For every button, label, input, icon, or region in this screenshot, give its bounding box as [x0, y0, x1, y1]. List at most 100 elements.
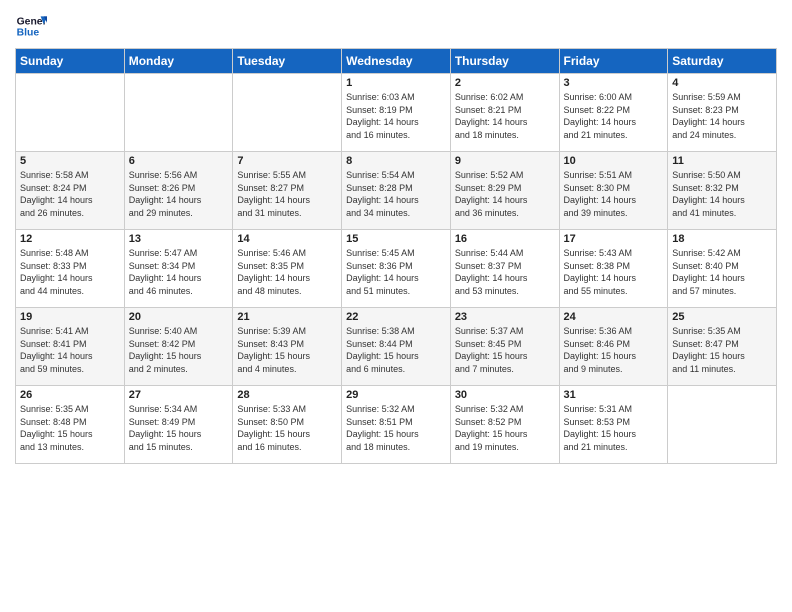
weekday-header-thursday: Thursday [450, 49, 559, 74]
day-info: Sunrise: 6:02 AM Sunset: 8:21 PM Dayligh… [455, 91, 555, 141]
day-number: 10 [564, 155, 664, 167]
day-info: Sunrise: 6:00 AM Sunset: 8:22 PM Dayligh… [564, 91, 664, 141]
day-info: Sunrise: 5:56 AM Sunset: 8:26 PM Dayligh… [129, 169, 229, 219]
weekday-header-friday: Friday [559, 49, 668, 74]
calendar-cell: 31Sunrise: 5:31 AM Sunset: 8:53 PM Dayli… [559, 386, 668, 464]
day-info: Sunrise: 5:42 AM Sunset: 8:40 PM Dayligh… [672, 247, 772, 297]
calendar-cell: 30 Sunrise: 5:32 AM Sunset: 8:52 PM Dayli… [450, 386, 559, 464]
day-number: 4 [672, 77, 772, 89]
day-number: 22 [346, 311, 446, 323]
day-info: Sunrise: 5:58 AM Sunset: 8:24 PM Dayligh… [20, 169, 120, 219]
day-number: 1 [346, 77, 446, 89]
calendar-cell: 8Sunrise: 5:54 AM Sunset: 8:28 PM Daylig… [342, 152, 451, 230]
calendar-cell: 24Sunrise: 5:36 AM Sunset: 8:46 PM Dayli… [559, 308, 668, 386]
weekday-header-wednesday: Wednesday [342, 49, 451, 74]
day-number: 7 [237, 155, 337, 167]
day-number: 19 [20, 311, 120, 323]
calendar-cell: 20 Sunrise: 5:40 AM Sunset: 8:42 PM Dayli… [124, 308, 233, 386]
weekday-header-monday: Monday [124, 49, 233, 74]
calendar-week-row: 1 Sunrise: 6:03 AM Sunset: 8:19 PM Daylig… [16, 74, 777, 152]
day-number: 15 [346, 233, 446, 245]
calendar-cell: 5 Sunrise: 5:58 AM Sunset: 8:24 PM Daylig… [16, 152, 125, 230]
calendar-cell: 1 Sunrise: 6:03 AM Sunset: 8:19 PM Daylig… [342, 74, 451, 152]
calendar-cell: 15 Sunrise: 5:45 AM Sunset: 8:36 PM Dayli… [342, 230, 451, 308]
calendar-cell: 26 Sunrise: 5:35 AM Sunset: 8:48 PM Dayli… [16, 386, 125, 464]
calendar-cell [233, 74, 342, 152]
day-number: 13 [129, 233, 229, 245]
weekday-header-row: SundayMondayTuesdayWednesdayThursdayFrid… [16, 49, 777, 74]
logo: General Blue [15, 10, 49, 42]
calendar-cell: 9Sunrise: 5:52 AM Sunset: 8:29 PM Daylig… [450, 152, 559, 230]
day-info: Sunrise: 5:32 AM Sunset: 8:52 PM Dayligh… [455, 403, 555, 453]
calendar-cell: 11Sunrise: 5:50 AM Sunset: 8:32 PM Dayli… [668, 152, 777, 230]
day-number: 26 [20, 389, 120, 401]
calendar-cell: 12 Sunrise: 5:48 AM Sunset: 8:33 PM Dayli… [16, 230, 125, 308]
calendar-cell: 6Sunrise: 5:56 AM Sunset: 8:26 PM Daylig… [124, 152, 233, 230]
day-info: Sunrise: 5:55 AM Sunset: 8:27 PM Dayligh… [237, 169, 337, 219]
calendar-cell: 18 Sunrise: 5:42 AM Sunset: 8:40 PM Dayli… [668, 230, 777, 308]
day-info: Sunrise: 5:39 AM Sunset: 8:43 PM Dayligh… [237, 325, 337, 375]
day-number: 29 [346, 389, 446, 401]
day-info: Sunrise: 5:47 AM Sunset: 8:34 PM Dayligh… [129, 247, 229, 297]
day-number: 12 [20, 233, 120, 245]
day-info: Sunrise: 5:31 AM Sunset: 8:53 PM Dayligh… [564, 403, 664, 453]
day-info: Sunrise: 5:36 AM Sunset: 8:46 PM Dayligh… [564, 325, 664, 375]
day-number: 18 [672, 233, 772, 245]
day-info: Sunrise: 5:35 AM Sunset: 8:47 PM Dayligh… [672, 325, 772, 375]
calendar-cell: 13 Sunrise: 5:47 AM Sunset: 8:34 PM Dayli… [124, 230, 233, 308]
day-info: Sunrise: 5:52 AM Sunset: 8:29 PM Dayligh… [455, 169, 555, 219]
header: General Blue [15, 10, 777, 42]
day-number: 2 [455, 77, 555, 89]
calendar-cell: 4Sunrise: 5:59 AM Sunset: 8:23 PM Daylig… [668, 74, 777, 152]
day-number: 25 [672, 311, 772, 323]
weekday-header-sunday: Sunday [16, 49, 125, 74]
calendar-week-row: 5 Sunrise: 5:58 AM Sunset: 8:24 PM Daylig… [16, 152, 777, 230]
day-info: Sunrise: 5:35 AM Sunset: 8:48 PM Dayligh… [20, 403, 120, 453]
day-number: 27 [129, 389, 229, 401]
calendar-cell: 29Sunrise: 5:32 AM Sunset: 8:51 PM Dayli… [342, 386, 451, 464]
day-info: Sunrise: 5:46 AM Sunset: 8:35 PM Dayligh… [237, 247, 337, 297]
day-info: Sunrise: 5:51 AM Sunset: 8:30 PM Dayligh… [564, 169, 664, 219]
day-info: Sunrise: 5:45 AM Sunset: 8:36 PM Dayligh… [346, 247, 446, 297]
calendar-cell [124, 74, 233, 152]
day-info: Sunrise: 5:41 AM Sunset: 8:41 PM Dayligh… [20, 325, 120, 375]
calendar-cell: 3 Sunrise: 6:00 AM Sunset: 8:22 PM Daylig… [559, 74, 668, 152]
day-number: 8 [346, 155, 446, 167]
calendar-cell: 27 Sunrise: 5:34 AM Sunset: 8:49 PM Dayli… [124, 386, 233, 464]
day-info: Sunrise: 5:40 AM Sunset: 8:42 PM Dayligh… [129, 325, 229, 375]
day-number: 20 [129, 311, 229, 323]
day-info: Sunrise: 5:48 AM Sunset: 8:33 PM Dayligh… [20, 247, 120, 297]
day-info: Sunrise: 5:33 AM Sunset: 8:50 PM Dayligh… [237, 403, 337, 453]
day-info: Sunrise: 5:38 AM Sunset: 8:44 PM Dayligh… [346, 325, 446, 375]
calendar-cell: 16 Sunrise: 5:44 AM Sunset: 8:37 PM Dayli… [450, 230, 559, 308]
day-number: 5 [20, 155, 120, 167]
calendar-cell: 21 Sunrise: 5:39 AM Sunset: 8:43 PM Dayli… [233, 308, 342, 386]
calendar-week-row: 19 Sunrise: 5:41 AM Sunset: 8:41 PM Dayli… [16, 308, 777, 386]
calendar-cell: 22 Sunrise: 5:38 AM Sunset: 8:44 PM Dayli… [342, 308, 451, 386]
calendar-cell [16, 74, 125, 152]
day-number: 3 [564, 77, 664, 89]
svg-text:Blue: Blue [17, 28, 40, 39]
calendar-body: 1 Sunrise: 6:03 AM Sunset: 8:19 PM Daylig… [16, 74, 777, 464]
day-number: 16 [455, 233, 555, 245]
calendar-cell [668, 386, 777, 464]
day-info: Sunrise: 5:44 AM Sunset: 8:37 PM Dayligh… [455, 247, 555, 297]
day-number: 21 [237, 311, 337, 323]
day-number: 28 [237, 389, 337, 401]
day-number: 30 [455, 389, 555, 401]
page-container: General Blue SundayMondayTuesdayWednesda… [0, 0, 792, 474]
day-info: Sunrise: 6:03 AM Sunset: 8:19 PM Dayligh… [346, 91, 446, 141]
day-number: 23 [455, 311, 555, 323]
weekday-header-saturday: Saturday [668, 49, 777, 74]
calendar-cell: 17Sunrise: 5:43 AM Sunset: 8:38 PM Dayli… [559, 230, 668, 308]
calendar-cell: 25 Sunrise: 5:35 AM Sunset: 8:47 PM Dayli… [668, 308, 777, 386]
calendar-week-row: 26 Sunrise: 5:35 AM Sunset: 8:48 PM Dayli… [16, 386, 777, 464]
weekday-header-tuesday: Tuesday [233, 49, 342, 74]
calendar-week-row: 12 Sunrise: 5:48 AM Sunset: 8:33 PM Dayli… [16, 230, 777, 308]
calendar-table: SundayMondayTuesdayWednesdayThursdayFrid… [15, 48, 777, 464]
calendar-cell: 23Sunrise: 5:37 AM Sunset: 8:45 PM Dayli… [450, 308, 559, 386]
calendar-header: SundayMondayTuesdayWednesdayThursdayFrid… [16, 49, 777, 74]
day-info: Sunrise: 5:43 AM Sunset: 8:38 PM Dayligh… [564, 247, 664, 297]
day-info: Sunrise: 5:34 AM Sunset: 8:49 PM Dayligh… [129, 403, 229, 453]
calendar-cell: 2 Sunrise: 6:02 AM Sunset: 8:21 PM Daylig… [450, 74, 559, 152]
